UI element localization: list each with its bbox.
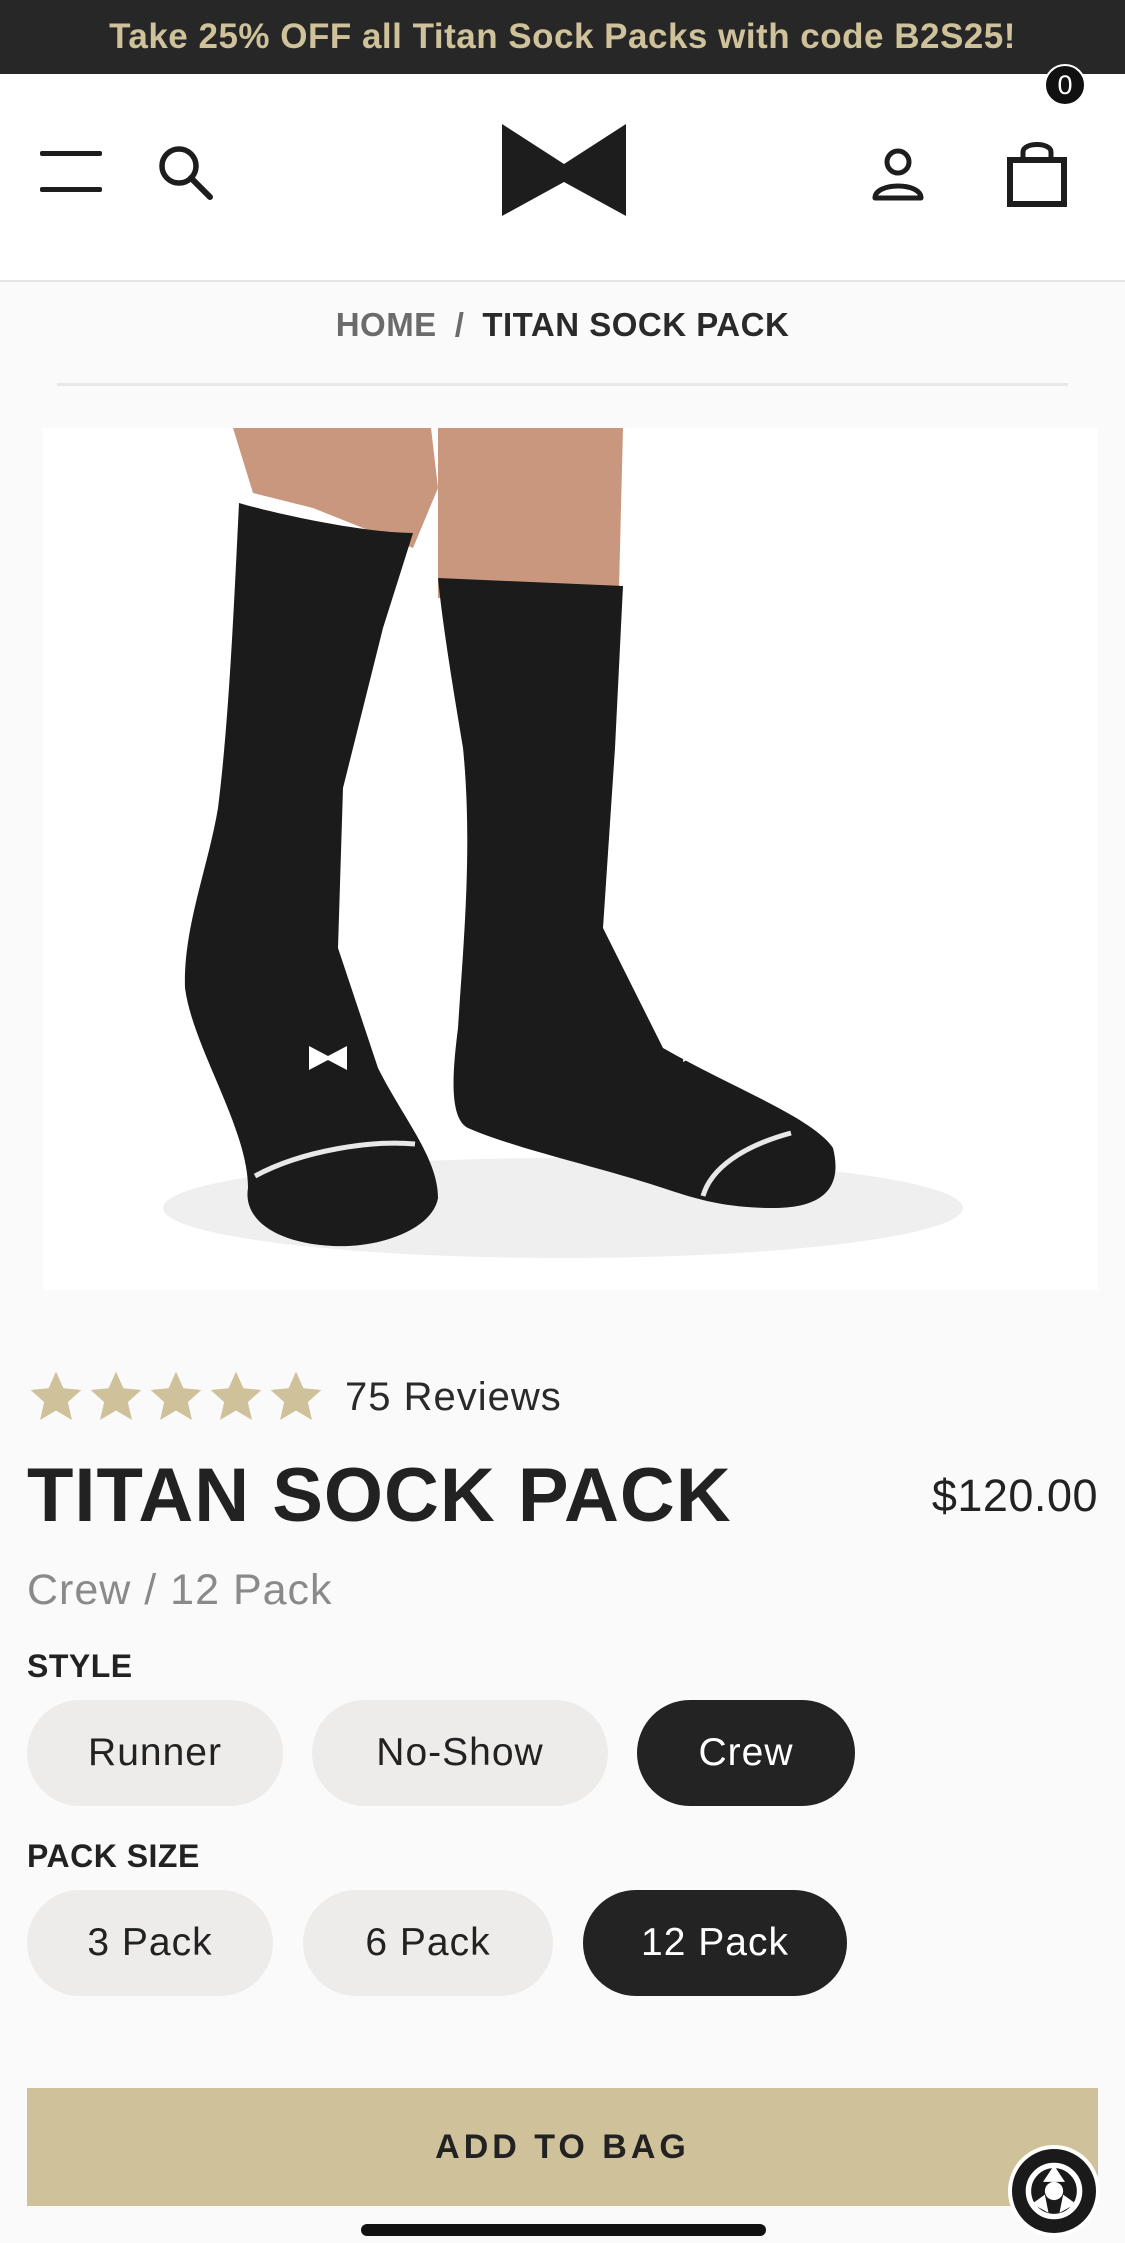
home-indicator bbox=[361, 2224, 766, 2236]
star-icon bbox=[270, 1371, 322, 1420]
socks-illustration bbox=[163, 428, 963, 1258]
product-price: $120.00 bbox=[931, 1470, 1098, 1521]
brand-logo-icon[interactable] bbox=[502, 124, 626, 216]
bag-count-badge: 0 bbox=[1044, 64, 1086, 106]
add-to-bag-button[interactable]: ADD TO BAG bbox=[27, 2088, 1098, 2206]
product-rating: 75 Reviews bbox=[27, 1362, 562, 1432]
reviews-link[interactable]: 75 Reviews bbox=[345, 1375, 562, 1420]
search-icon[interactable] bbox=[155, 142, 215, 202]
pack-option-6[interactable]: 6 Pack bbox=[303, 1890, 553, 1996]
product-image[interactable] bbox=[43, 428, 1098, 1290]
pack-size-label: PACK SIZE bbox=[27, 1838, 200, 1874]
breadcrumb-home-link[interactable]: HOME bbox=[336, 306, 437, 344]
star-icon bbox=[30, 1371, 82, 1420]
breadcrumb-divider bbox=[57, 383, 1068, 386]
star-icon bbox=[150, 1371, 202, 1420]
pack-option-12[interactable]: 12 Pack bbox=[583, 1890, 847, 1996]
selected-variant: Crew / 12 Pack bbox=[27, 1566, 333, 1614]
site-header bbox=[0, 74, 1125, 282]
breadcrumb-separator: / bbox=[454, 306, 465, 343]
style-option-no-show[interactable]: No-Show bbox=[312, 1700, 608, 1806]
promo-banner[interactable]: Take 25% OFF all Titan Sock Packs with c… bbox=[0, 0, 1125, 74]
pack-option-3[interactable]: 3 Pack bbox=[27, 1890, 273, 1996]
style-option-runner[interactable]: Runner bbox=[27, 1700, 283, 1806]
style-label: STYLE bbox=[27, 1648, 133, 1684]
breadcrumb: HOME / TITAN SOCK PACK bbox=[0, 300, 1125, 350]
product-title: TITAN SOCK PACK bbox=[27, 1453, 732, 1538]
star-icon bbox=[90, 1371, 142, 1420]
hamburger-menu-icon[interactable] bbox=[40, 151, 102, 192]
shopping-bag-icon[interactable] bbox=[1005, 138, 1069, 208]
style-option-crew[interactable]: Crew bbox=[637, 1700, 855, 1806]
accessibility-icon[interactable] bbox=[1008, 2145, 1100, 2237]
user-account-icon[interactable] bbox=[870, 146, 926, 202]
star-icon bbox=[210, 1371, 262, 1420]
breadcrumb-current: TITAN SOCK PACK bbox=[482, 306, 790, 343]
star-rating bbox=[27, 1368, 325, 1426]
